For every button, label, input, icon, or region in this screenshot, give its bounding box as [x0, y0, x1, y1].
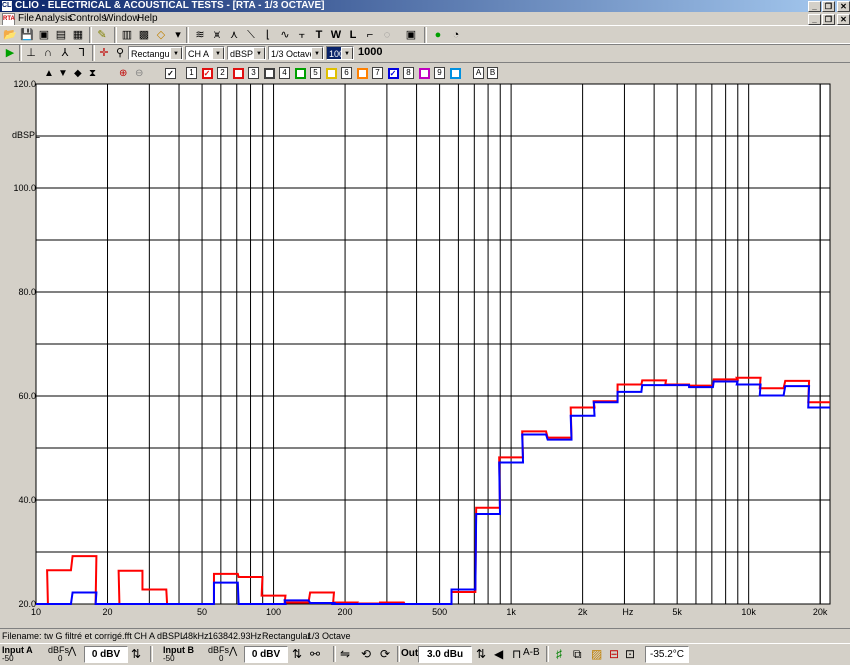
speaker-icon[interactable]: ◀ [494, 647, 503, 661]
out-updown-icon[interactable]: ⇅ [476, 647, 486, 661]
status-size: 16384 [208, 631, 234, 641]
autorange-icon[interactable]: ⧉ [573, 647, 582, 662]
status-rate: 48kHz [183, 631, 209, 641]
y-tick-label: 100.0 [13, 183, 36, 193]
x-tick-label: 10 [30, 607, 42, 617]
x-tick-label: 5k [672, 607, 682, 617]
x-tick-label: 20 [102, 607, 113, 617]
ab-label[interactable]: A-B [523, 647, 540, 658]
y-axis-label: dBSPL [12, 130, 41, 140]
x-tick-label: 500 [432, 607, 448, 617]
phantom-b-icon[interactable]: ⟳ [380, 647, 390, 661]
swap-icon[interactable]: ⇋ [340, 647, 350, 661]
y-tick-label: 60.0 [18, 391, 36, 401]
status-channel: CH A [134, 631, 156, 641]
recorder-icon[interactable]: ⊟ [609, 647, 619, 661]
input-b-value[interactable]: 0 dBV [244, 646, 288, 663]
x-tick-label: 1k [506, 607, 516, 617]
sensitivity-icon[interactable]: ▨ [591, 647, 602, 661]
phantom-a-icon[interactable]: ⟲ [361, 647, 371, 661]
dbfs-a-value: 0 [58, 654, 63, 663]
tape-icon[interactable]: ⊡ [625, 647, 635, 661]
status-window: Rectangular [262, 631, 311, 641]
rta-chart[interactable] [0, 0, 850, 628]
generator-icon[interactable]: ⊓ [512, 647, 521, 661]
input-b-range: -50 [163, 654, 175, 663]
status-filename: Filename: tw G filtré et corrigé.fft [2, 631, 132, 641]
input-b-updown-icon[interactable]: ⇅ [292, 647, 302, 661]
link-icon[interactable]: ⚯ [310, 647, 320, 661]
input-a-range: -50 [2, 654, 14, 663]
input-a-updown-icon[interactable]: ⇅ [131, 647, 141, 661]
temperature-value: -35.2°C [645, 646, 689, 663]
out-value[interactable]: 3.0 dBu [418, 646, 472, 663]
out-label: Out [401, 648, 419, 659]
input-a-meter-icon: ⋀ [68, 646, 77, 657]
x-tick-label: 10k [741, 607, 756, 617]
x-tick-label: 50 [197, 607, 208, 617]
io-bar: Input A -50 dBFs 0 ⋀ 0 dBV ⇅ Input B -50… [0, 643, 850, 665]
x-tick-label: 100 [266, 607, 282, 617]
microphone-icon[interactable]: ♯ [556, 647, 562, 661]
y-tick-label: 120.0 [13, 79, 36, 89]
status-bar: Filename: tw G filtré et corrigé.fft CH … [0, 628, 850, 643]
x-tick-label: 200 [337, 607, 353, 617]
x-tick-label: 2k [577, 607, 588, 617]
status-resolution: 2.93Hz [233, 631, 262, 641]
x-tick-label: 20k [812, 607, 828, 617]
y-tick-label: 80.0 [18, 287, 36, 297]
status-octave: 1/3 Octave [307, 631, 351, 641]
input-b-meter-icon: ⋀ [229, 646, 238, 657]
input-a-value[interactable]: 0 dBV [84, 646, 128, 663]
dbfs-b-value: 0 [219, 654, 224, 663]
status-units: dBSPL [157, 631, 186, 641]
x-axis-unit-label: Hz [622, 607, 634, 617]
y-tick-label: 40.0 [18, 495, 36, 505]
